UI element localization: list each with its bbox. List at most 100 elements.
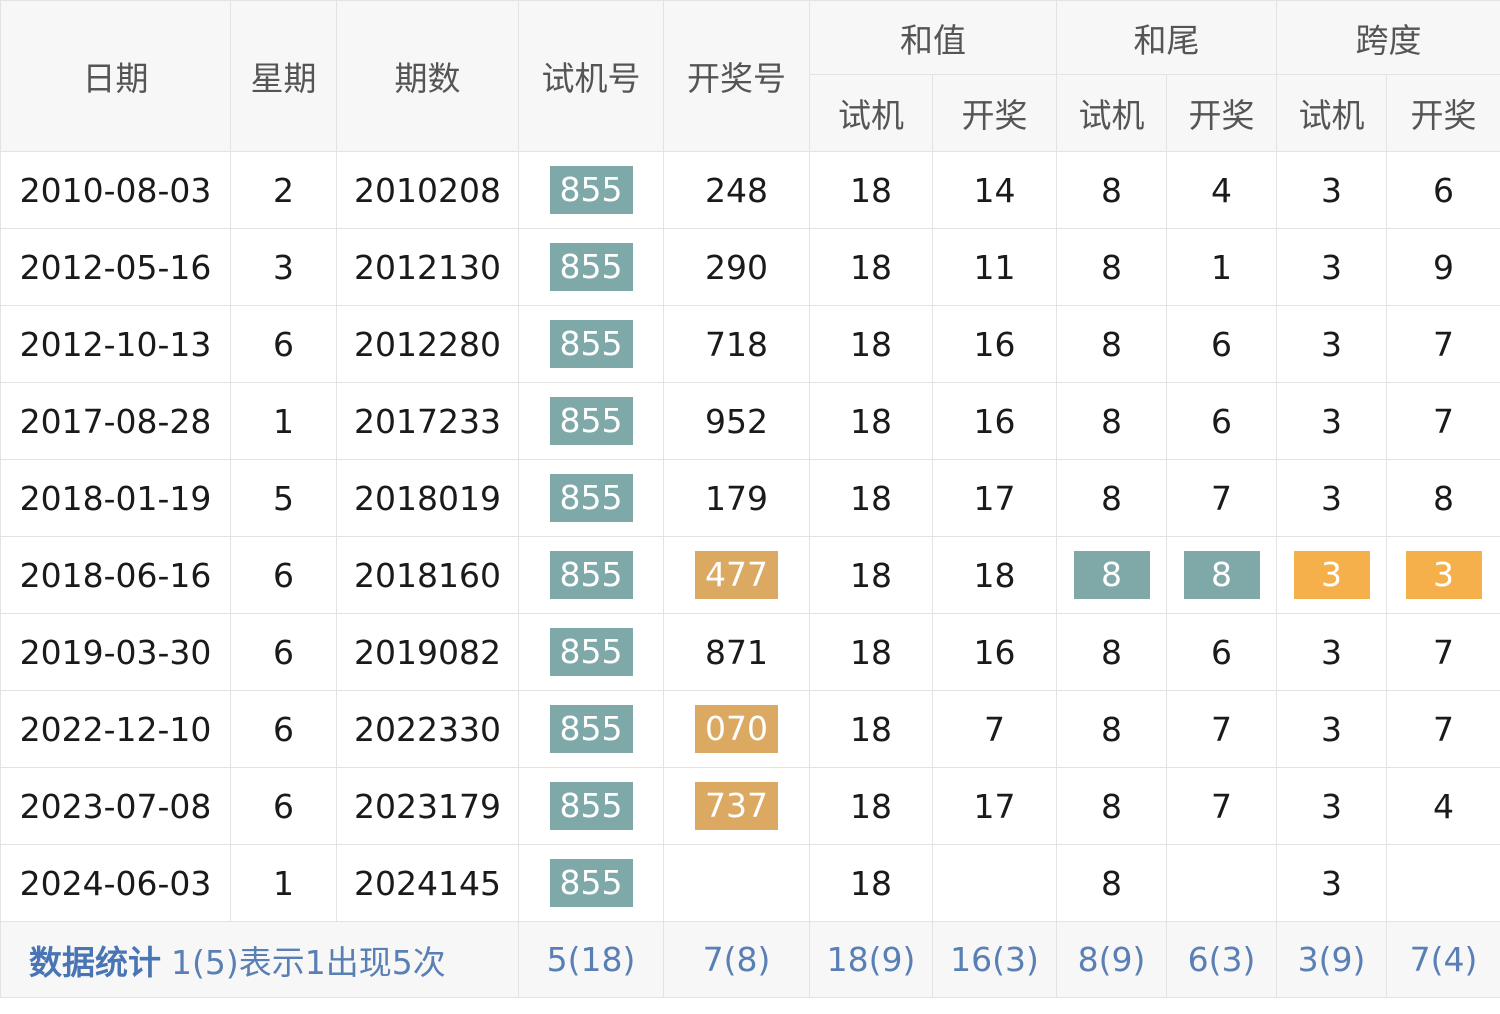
tail-test-cell: 8 [1056,228,1167,306]
test-cell: 855 [518,305,664,383]
span-draw-cell: 7 [1386,690,1500,768]
weekday-cell: 6 [230,767,337,845]
issue-cell: 2017233 [336,382,519,460]
tail-draw-cell [1166,844,1277,922]
draw-number-badge: 737 [695,782,778,830]
sum-test-cell: 18 [809,844,933,922]
tail-draw-cell: 7 [1166,459,1277,537]
weekday-cell: 6 [230,305,337,383]
tail-draw-cell: 4 [1166,151,1277,229]
sum-test-cell: 18 [809,151,933,229]
tail-draw-cell: 6 [1166,613,1277,691]
tail-draw-cell: 6 [1166,382,1277,460]
span-draw-cell: 3 [1386,536,1500,614]
header-sum-draw: 开奖 [932,74,1057,152]
test-cell: 855 [518,536,664,614]
tail-test-badge: 8 [1073,551,1150,599]
table-row: 2022-12-10 6 2022330 855 070 18 7 8 7 3 … [0,690,1500,768]
stats-label: 数据统计 [29,942,161,982]
span-test-cell: 3 [1276,382,1387,460]
stat-tail-draw: 6(3) [1166,921,1277,998]
header-span-draw: 开奖 [1386,74,1500,152]
test-cell: 855 [518,613,664,691]
span-test-cell: 3 [1276,767,1387,845]
draw-cell: 477 [663,536,810,614]
test-number-badge: 855 [549,628,633,676]
date-cell: 2010-08-03 [0,151,231,229]
table-row: 2018-01-19 5 2018019 855 179 18 17 8 7 3… [0,459,1500,537]
sum-draw-cell: 17 [932,767,1057,845]
header-draw-number: 开奖号 [663,0,810,152]
sum-draw-cell: 16 [932,305,1057,383]
span-test-cell: 3 [1276,613,1387,691]
test-number-badge: 855 [549,859,633,907]
weekday-cell: 2 [230,151,337,229]
date-cell: 2012-05-16 [0,228,231,306]
tail-draw-cell: 7 [1166,767,1277,845]
stat-draw: 7(8) [663,921,810,998]
test-cell: 855 [518,228,664,306]
issue-cell: 2024145 [336,844,519,922]
sum-test-cell: 18 [809,767,933,845]
weekday-cell: 6 [230,536,337,614]
span-test-cell: 3 [1276,228,1387,306]
date-cell: 2012-10-13 [0,305,231,383]
tail-test-cell: 8 [1056,613,1167,691]
date-cell: 2024-06-03 [0,844,231,922]
table-row: 2018-06-16 6 2018160 855 477 18 18 8 8 3… [0,536,1500,614]
table-row: 2024-06-03 1 2024145 855 18 8 3 [0,844,1500,922]
test-number-badge: 855 [549,551,633,599]
results-table: 日期 星期 期数 试机号 开奖号 和值 和尾 跨度 试机 开奖 试机 开奖 试机… [0,0,1500,998]
tail-draw-cell: 1 [1166,228,1277,306]
span-test-cell: 3 [1276,305,1387,383]
tail-test-cell: 8 [1056,459,1167,537]
stat-span-test: 3(9) [1276,921,1387,998]
issue-cell: 2018019 [336,459,519,537]
issue-cell: 2010208 [336,151,519,229]
sum-test-cell: 18 [809,382,933,460]
sum-draw-cell: 16 [932,382,1057,460]
sum-draw-cell: 18 [932,536,1057,614]
test-number-badge: 855 [549,166,633,214]
test-number-badge: 855 [549,474,633,522]
date-cell: 2017-08-28 [0,382,231,460]
issue-cell: 2012130 [336,228,519,306]
date-cell: 2018-06-16 [0,536,231,614]
test-cell: 855 [518,767,664,845]
test-cell: 855 [518,151,664,229]
sum-draw-cell: 7 [932,690,1057,768]
header-issue: 期数 [336,0,519,152]
weekday-cell: 1 [230,382,337,460]
header-tail-draw: 开奖 [1166,74,1277,152]
sum-draw-cell: 14 [932,151,1057,229]
header-span: 跨度 [1276,0,1500,75]
test-cell: 855 [518,690,664,768]
header-tail-test: 试机 [1056,74,1167,152]
sum-test-cell: 18 [809,536,933,614]
span-draw-cell [1386,844,1500,922]
draw-cell: 070 [663,690,810,768]
tail-draw-cell: 8 [1166,536,1277,614]
header-test-number: 试机号 [518,0,664,152]
weekday-cell: 3 [230,228,337,306]
tail-test-cell: 8 [1056,690,1167,768]
span-draw-badge: 3 [1405,551,1482,599]
tail-draw-badge: 8 [1183,551,1260,599]
date-cell: 2019-03-30 [0,613,231,691]
table-row: 2012-10-13 6 2012280 855 718 18 16 8 6 3… [0,305,1500,383]
header-sum-tail: 和尾 [1056,0,1277,75]
date-cell: 2022-12-10 [0,690,231,768]
sum-draw-cell: 16 [932,613,1057,691]
table-row: 2012-05-16 3 2012130 855 290 18 11 8 1 3… [0,228,1500,306]
table-row: 2010-08-03 2 2010208 855 248 18 14 8 4 3… [0,151,1500,229]
table-row: 2019-03-30 6 2019082 855 871 18 16 8 6 3… [0,613,1500,691]
draw-cell: 871 [663,613,810,691]
tail-draw-cell: 7 [1166,690,1277,768]
stat-sum-test: 18(9) [809,921,933,998]
sum-test-cell: 18 [809,459,933,537]
stats-footer: 数据统计 1(5)表示1出现5次 5(18) 7(8) 18(9) 16(3) 8… [0,921,1500,998]
header-weekday: 星期 [230,0,337,152]
test-number-badge: 855 [549,397,633,445]
issue-cell: 2012280 [336,305,519,383]
span-draw-cell: 6 [1386,151,1500,229]
